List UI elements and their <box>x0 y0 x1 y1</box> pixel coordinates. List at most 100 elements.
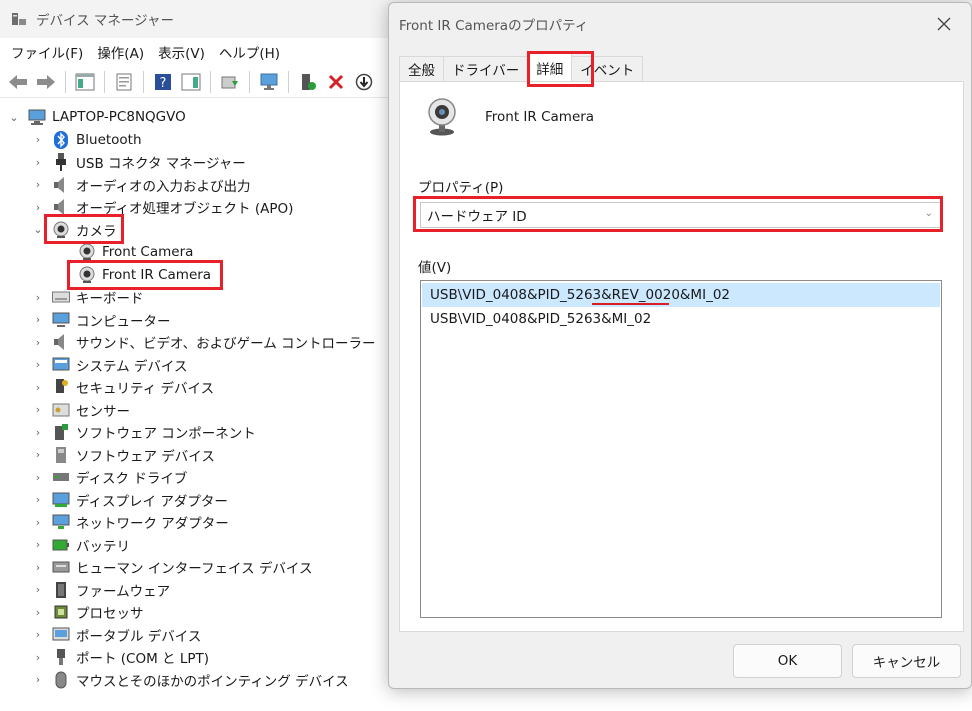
scan-hardware-icon[interactable] <box>256 69 282 95</box>
dialog-title: Front IR Cameraのプロパティ <box>399 18 589 34</box>
tree-category-row[interactable]: › ディスク ドライブ <box>32 466 188 489</box>
help-icon[interactable]: ? <box>150 69 176 95</box>
mouse-icon <box>52 671 70 689</box>
tree-category-row[interactable]: › キーボード <box>32 286 144 309</box>
chevron-right-icon[interactable]: › <box>32 516 44 529</box>
tree-category-row[interactable]: › オーディオの入力および出力 <box>32 174 251 197</box>
tree-category-row[interactable]: › プロセッサ <box>32 601 144 624</box>
chevron-right-icon[interactable]: › <box>32 358 44 371</box>
tree-category-row[interactable]: › システム デバイス <box>32 354 187 377</box>
update-driver-icon[interactable] <box>217 69 243 95</box>
disk-drive-icon <box>52 468 70 486</box>
chevron-right-icon[interactable]: › <box>32 336 44 349</box>
chevron-right-icon[interactable]: › <box>32 133 44 146</box>
tree-category-row[interactable]: › ネットワーク アダプター <box>32 511 229 534</box>
camera-icon <box>52 221 70 239</box>
properties-icon[interactable] <box>111 69 137 95</box>
properties-dialog: Front IR Cameraのプロパティ 全般 ドライバー 詳細 イベント F… <box>388 2 972 689</box>
forward-arrow-icon[interactable] <box>33 69 59 95</box>
tree-device-row[interactable]: Front IR Camera <box>70 264 211 287</box>
back-arrow-icon[interactable] <box>5 69 31 95</box>
tree-category-row[interactable]: › マウスとそのほかのポインティング デバイス <box>32 669 349 692</box>
chevron-right-icon[interactable]: › <box>32 403 44 416</box>
usb-connector-icon <box>52 153 70 172</box>
tree-root-label: LAPTOP-PC8NQGVO <box>52 109 186 126</box>
tree-category-row[interactable]: › ソフトウェア デバイス <box>32 444 215 467</box>
tree-category-row[interactable]: › ヒューマン インターフェイス デバイス <box>32 556 313 579</box>
tree-category-row[interactable]: › Bluetooth <box>32 129 142 152</box>
disable-device-icon[interactable] <box>351 69 377 95</box>
tree-category-row[interactable]: ⌄ カメラ <box>32 219 117 242</box>
chevron-right-icon[interactable]: › <box>32 313 44 326</box>
camera-icon <box>78 243 96 261</box>
tree-category-row[interactable]: › ポート (COM と LPT) <box>32 646 209 669</box>
tab-details[interactable]: 詳細 <box>527 53 573 81</box>
chevron-right-icon[interactable]: › <box>32 673 44 686</box>
chevron-right-icon[interactable]: › <box>32 291 44 304</box>
tree-category-label: セキュリティ デバイス <box>76 381 215 398</box>
tree-category-row[interactable]: › コンピューター <box>32 309 171 332</box>
chevron-right-icon[interactable]: › <box>32 448 44 461</box>
list-item[interactable]: USB\VID_0408&PID_5263&MI_02 <box>422 307 940 331</box>
chevron-right-icon[interactable]: › <box>32 471 44 484</box>
property-select[interactable]: ハードウェア ID ⌄ <box>420 202 942 228</box>
tab-events[interactable]: イベント <box>571 56 644 81</box>
close-icon[interactable] <box>935 15 953 33</box>
list-item[interactable]: USB\VID_0408&PID_5263&REV_0020&MI_02 <box>422 283 940 307</box>
system-device-icon <box>52 356 70 374</box>
menu-action[interactable]: 操作(A) <box>90 42 151 62</box>
tree-device-row[interactable]: Front Camera <box>70 241 193 264</box>
toolbar-separator <box>143 70 144 93</box>
chevron-down-icon[interactable]: ⌄ <box>32 223 44 236</box>
chevron-right-icon[interactable]: › <box>32 651 44 664</box>
chevron-right-icon[interactable]: › <box>32 381 44 394</box>
enable-device-icon[interactable] <box>295 69 321 95</box>
show-hide-tree-icon[interactable] <box>72 69 98 95</box>
chevron-right-icon[interactable]: › <box>32 583 44 596</box>
tree-category-label: ディスプレイ アダプター <box>76 493 228 510</box>
chevron-right-icon[interactable]: › <box>32 628 44 641</box>
chevron-right-icon[interactable]: › <box>32 426 44 439</box>
ok-button[interactable]: OK <box>733 644 842 678</box>
tree-category-row[interactable]: › ファームウェア <box>32 579 170 602</box>
chevron-right-icon[interactable]: › <box>32 538 44 551</box>
tree-category-row[interactable]: › ディスプレイ アダプター <box>32 489 228 512</box>
chevron-right-icon[interactable]: › <box>32 178 44 191</box>
cancel-button[interactable]: キャンセル <box>852 644 961 678</box>
tab-driver[interactable]: ドライバー <box>443 56 529 81</box>
speaker-icon <box>52 176 70 194</box>
tab-general[interactable]: 全般 <box>399 56 444 81</box>
tree-category-row[interactable]: › ポータブル デバイス <box>32 624 201 647</box>
chevron-right-icon[interactable]: › <box>32 606 44 619</box>
toolbar-separator <box>288 70 289 93</box>
chevron-right-icon[interactable]: › <box>32 156 44 169</box>
tree-category-row[interactable]: › バッテリ <box>32 534 130 557</box>
tree-root-row[interactable]: ⌄ LAPTOP-PC8NQGVO <box>8 106 186 129</box>
action-pane-icon[interactable] <box>178 69 204 95</box>
tree-category-label: オーディオの入力および出力 <box>76 178 251 195</box>
menu-file[interactable]: ファイル(F) <box>4 42 90 62</box>
speaker-icon <box>52 198 70 216</box>
sensor-icon <box>52 401 70 419</box>
tree-category-row[interactable]: › セキュリティ デバイス <box>32 376 214 399</box>
port-icon <box>52 648 70 666</box>
uninstall-device-icon[interactable] <box>323 69 349 95</box>
software-component-icon <box>52 423 70 441</box>
chevron-right-icon[interactable]: › <box>32 561 44 574</box>
chevron-right-icon[interactable]: › <box>32 493 44 506</box>
battery-icon <box>52 536 70 554</box>
menu-view[interactable]: 表示(V) <box>151 42 212 62</box>
chevron-down-icon[interactable]: ⌄ <box>8 111 20 124</box>
webcam-icon <box>428 98 456 136</box>
tree-device-label: Front IR Camera <box>102 266 212 283</box>
hid-icon <box>52 558 70 576</box>
tree-category-label: マウスとそのほかのポインティング デバイス <box>76 673 349 690</box>
chevron-right-icon[interactable]: › <box>32 201 44 214</box>
tree-category-row[interactable]: › オーディオ処理オブジェクト (APO) <box>32 196 293 219</box>
tree-category-row[interactable]: › USB コネクタ マネージャー <box>32 151 246 174</box>
tree-category-row[interactable]: › センサー <box>32 399 130 422</box>
value-listbox[interactable]: USB\VID_0408&PID_5263&REV_0020&MI_02 USB… <box>420 280 942 618</box>
tree-category-row[interactable]: › ソフトウェア コンポーネント <box>32 421 256 444</box>
tree-category-row[interactable]: › サウンド、ビデオ、およびゲーム コントローラー <box>32 331 376 354</box>
menu-help[interactable]: ヘルプ(H) <box>212 42 287 62</box>
